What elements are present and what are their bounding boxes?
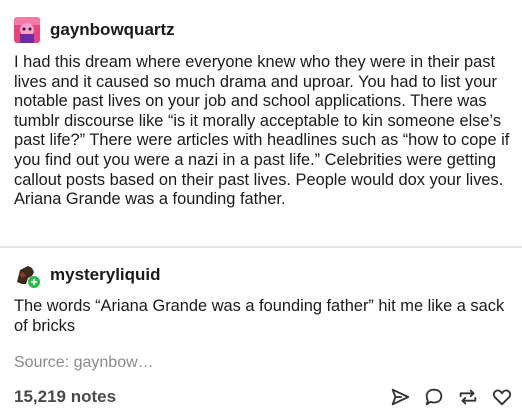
like-button[interactable] (490, 385, 514, 409)
post-actions (388, 385, 514, 409)
heart-icon (492, 389, 512, 406)
reply-button[interactable] (422, 385, 446, 409)
share-button[interactable] (388, 385, 412, 409)
notes-count[interactable]: 15,219 notes (14, 387, 116, 407)
entry-divider (0, 246, 522, 248)
username[interactable]: mysteryliquid (50, 265, 161, 285)
username[interactable]: gaynbowquartz (50, 20, 175, 40)
source-line: Source: gaynbow… (14, 354, 154, 372)
reblog-icon (459, 389, 477, 405)
paper-plane-icon (391, 388, 410, 406)
post-footer: 15,219 notes (14, 384, 514, 410)
reblog-button[interactable] (456, 385, 480, 409)
entry-header-2: mysteryliquid (14, 262, 161, 288)
source-link[interactable]: gaynbow… (74, 354, 154, 371)
reply-body-text: The words “Ariana Grande was a founding … (14, 297, 505, 335)
source-label: Source: (14, 354, 70, 371)
avatar[interactable] (14, 17, 40, 43)
speech-bubble-icon (425, 388, 443, 406)
entry-header-1: gaynbowquartz (14, 17, 175, 43)
post-body-text: I had this dream where everyone knew who… (14, 53, 510, 209)
avatar[interactable] (14, 262, 40, 288)
